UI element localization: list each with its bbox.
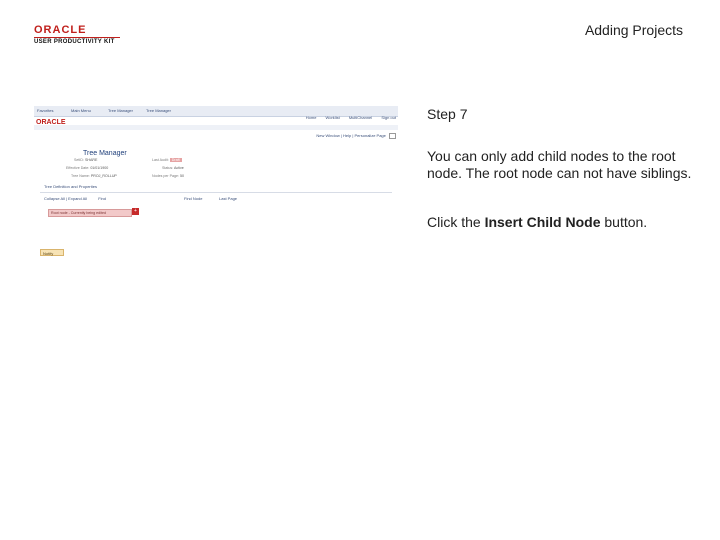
click-instruction: Click the Insert Child Node button. [427, 214, 648, 230]
insert-child-node-target: Insert Child Node [484, 214, 601, 230]
root-node[interactable]: Root node - Currently being edited [48, 209, 132, 217]
page-title: Adding Projects [584, 22, 683, 38]
last-page-link[interactable]: Last Page [219, 196, 237, 201]
step-label: Step 7 [427, 106, 468, 122]
header-band [34, 125, 398, 130]
nav-main-menu[interactable]: Main Menu [71, 108, 91, 113]
find-label: Find [98, 196, 106, 201]
logo-rule [34, 37, 120, 38]
multichannel-link[interactable]: MultiChannel [349, 115, 372, 120]
logo-mark: ORACLE [34, 24, 87, 36]
collapse-all-link[interactable]: Collapse All [44, 196, 65, 201]
home-link[interactable]: Home [306, 115, 317, 120]
field-tree-name: Tree Name: PROJ_ROLLUP [71, 174, 117, 178]
notify-button[interactable]: Notify [40, 249, 64, 256]
nav-tree-manager-page[interactable]: Tree Manager [146, 108, 171, 113]
divider [40, 192, 392, 193]
worklist-link[interactable]: Worklist [326, 115, 340, 120]
find-node-link[interactable]: Find Node [184, 196, 202, 201]
page-utility-links: New Window | Help | Personalize Page [316, 133, 396, 139]
help-link[interactable]: Help [343, 133, 351, 138]
instruction-text: You can only add child nodes to the root… [427, 148, 692, 181]
field-setid: SetID: SHARE [74, 158, 98, 162]
new-window-link[interactable]: New Window [316, 133, 339, 138]
personalize-link[interactable]: Personalize Page [355, 133, 386, 138]
tree-manager-title: Tree Manager [83, 150, 127, 157]
logo-subtitle: USER PRODUCTIVITY KIT [34, 39, 115, 45]
nav-favorites[interactable]: Favorites [37, 108, 53, 113]
screen-icon[interactable] [389, 133, 396, 139]
tree-definition-link[interactable]: Tree Definition and Properties [44, 184, 97, 189]
field-last-audit: Last Audit: Draft [152, 158, 182, 162]
sign-out-link[interactable]: Sign out [381, 115, 396, 120]
top-links: Home Worklist MultiChannel Sign out [298, 115, 396, 120]
nav-tree-manager[interactable]: Tree Manager [108, 108, 133, 113]
application-screenshot: Favorites Main Menu Tree Manager Tree Ma… [34, 102, 398, 267]
field-status: Status: Active [162, 166, 184, 170]
field-effective-date: Effective Date: 01/01/1900 [66, 166, 109, 170]
tree-toolbar: Collapse All | Expand All Find Find Node… [44, 196, 238, 201]
field-nodes-per-page: Nodes per Page: 50 [152, 174, 184, 178]
expand-all-link[interactable]: Expand All [68, 196, 87, 201]
insert-child-node-button[interactable]: + [132, 208, 139, 215]
oracle-upk-logo: ORACLE USER PRODUCTIVITY KIT [34, 24, 124, 48]
